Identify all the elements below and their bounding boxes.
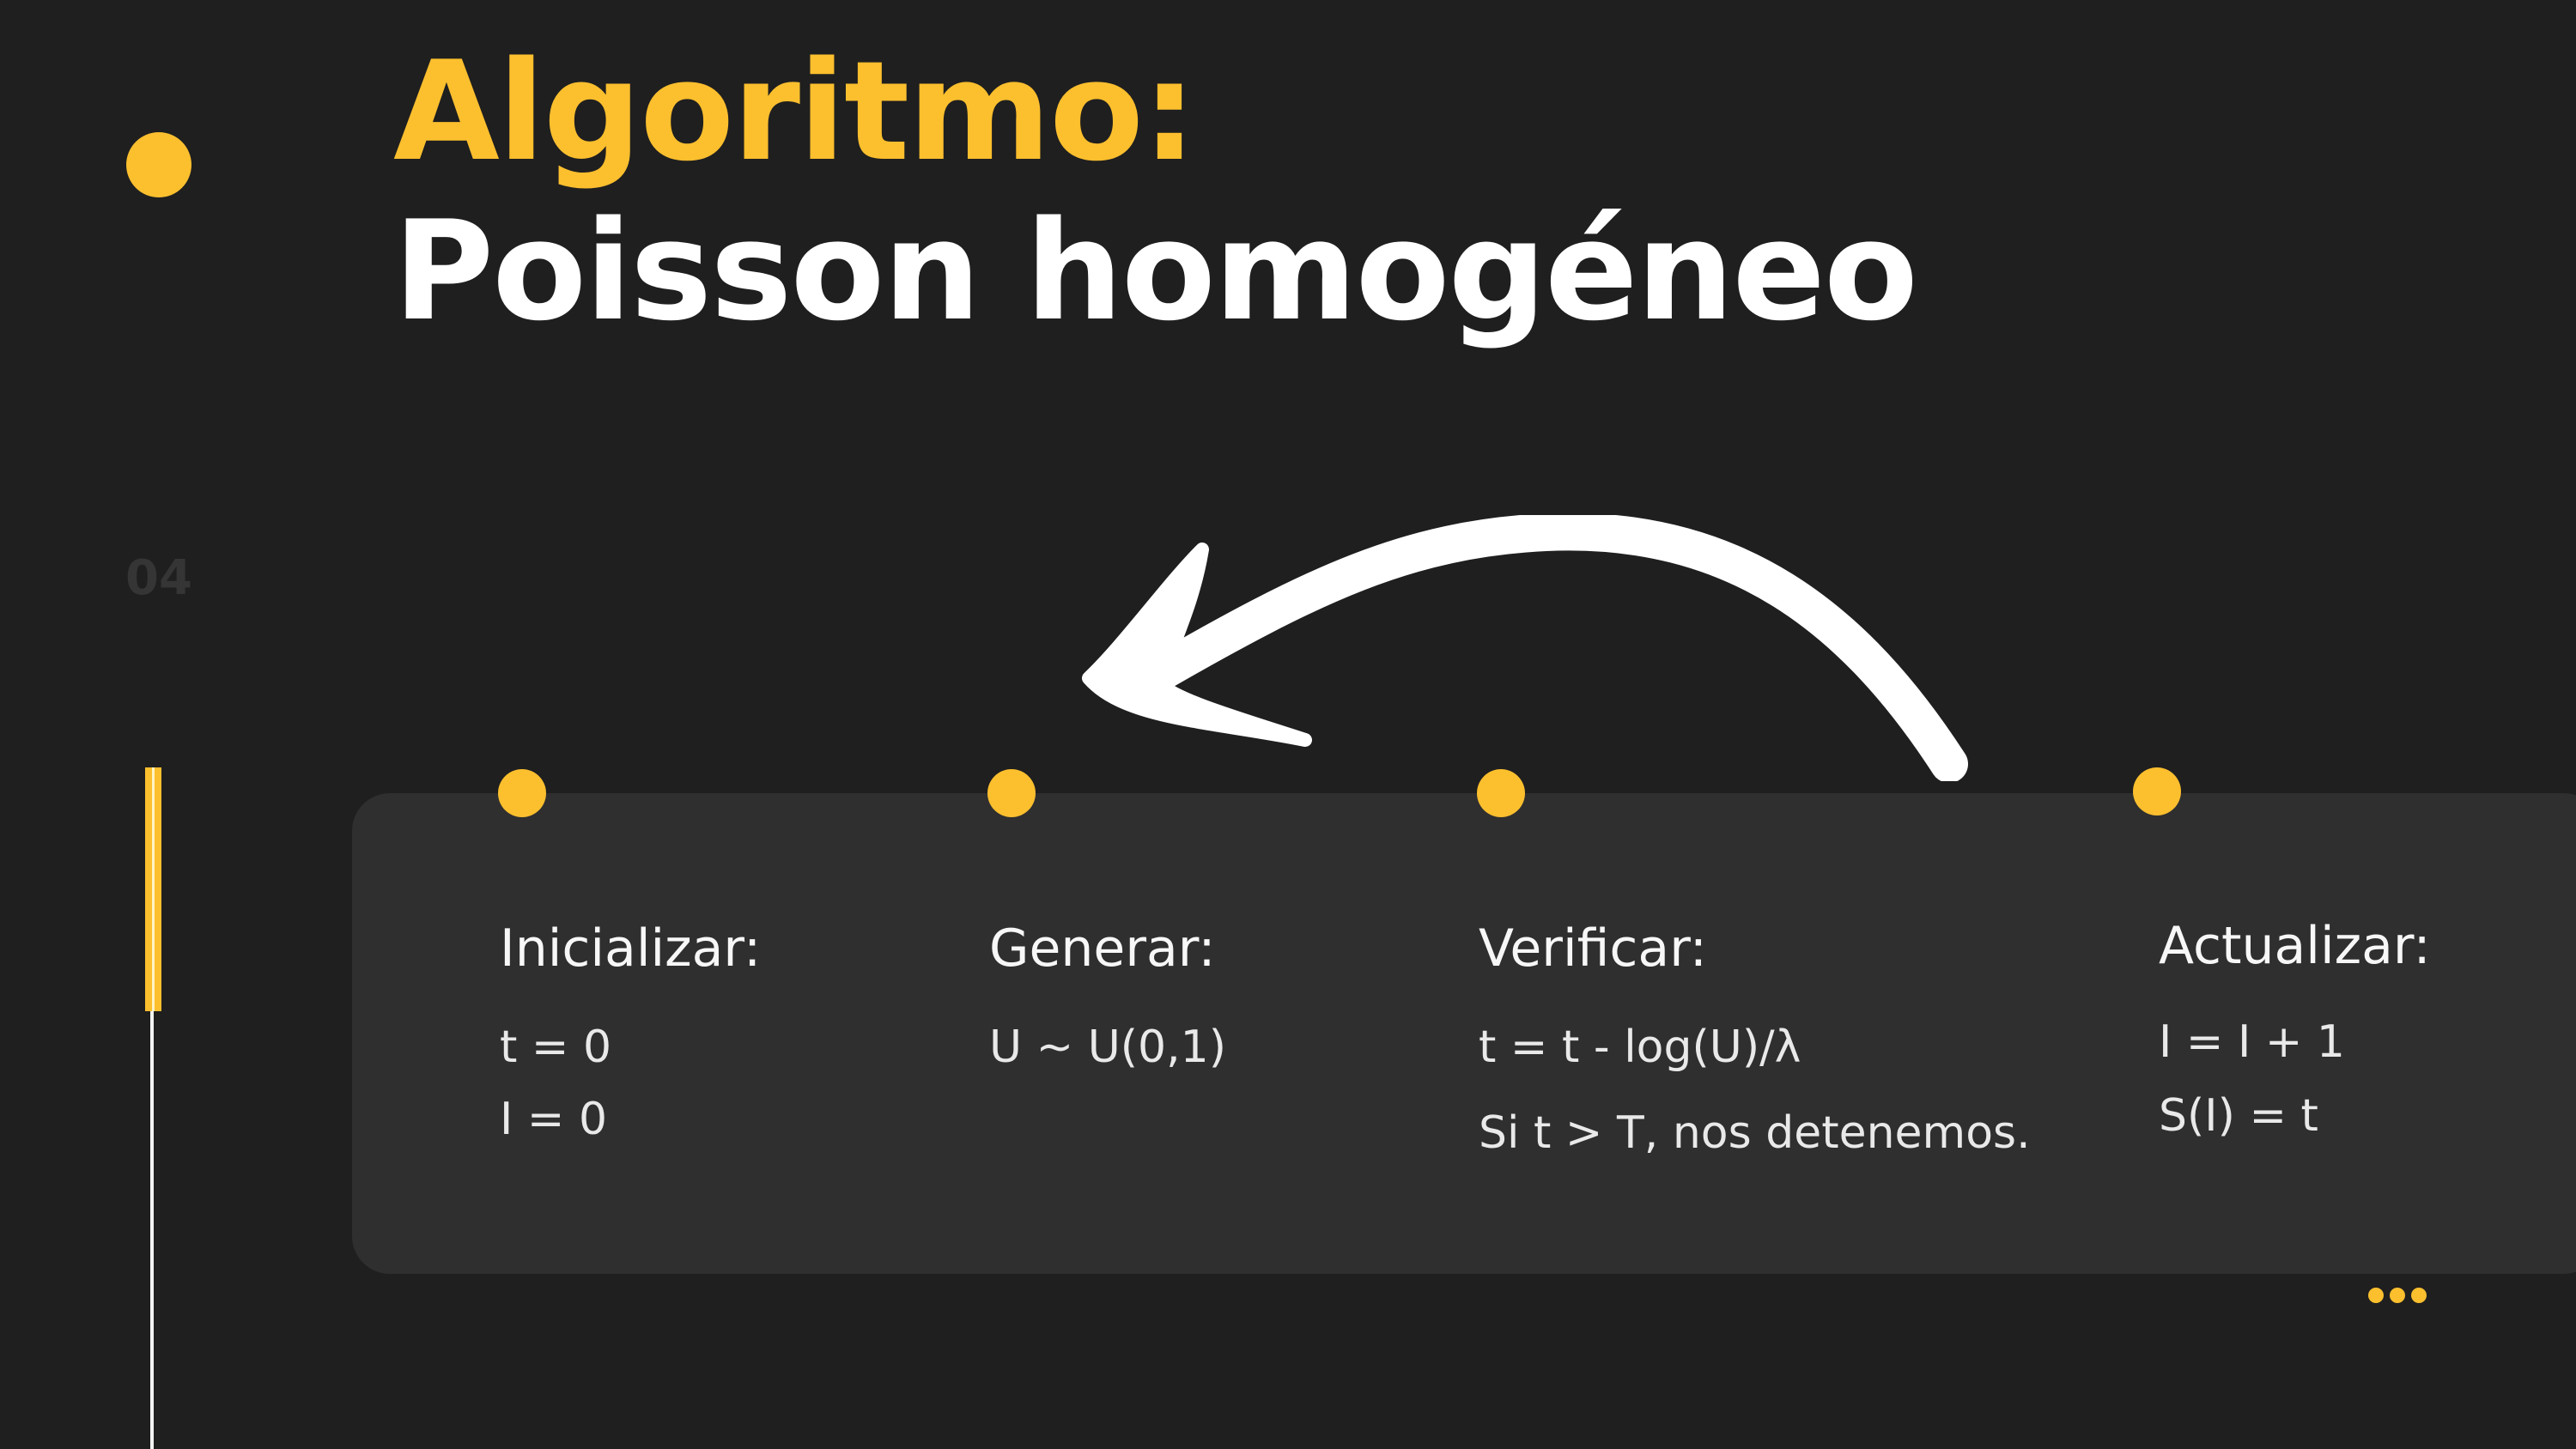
step-2-line-1: U ~ U(0,1) [989, 1022, 1227, 1073]
step-4-line-1: I = I + 1 [2159, 1016, 2346, 1068]
page-title: Poisson homogéneo [393, 191, 1918, 351]
title-accent: Algoritmo: [393, 31, 1197, 191]
step-2-title: Generar: [989, 919, 1216, 979]
step-1-title: Inicializar: [500, 919, 762, 979]
step-4-dot [2133, 767, 2181, 815]
step-1-line-1: t = 0 [500, 1022, 612, 1073]
step-1-line-2: I = 0 [500, 1094, 608, 1145]
step-3-title: Verificar: [1479, 919, 1708, 979]
timeline-track [150, 1009, 154, 1449]
curved-arrow-left-icon [1082, 515, 1968, 781]
step-1-dot [498, 769, 546, 817]
step-3-line-1: t = t - log(U)/λ [1479, 1022, 1801, 1073]
step-3-line-2: Si t > T, nos detenemos. [1479, 1107, 2031, 1159]
timeline-progress [145, 767, 161, 1011]
step-4-line-2: S(I) = t [2159, 1090, 2318, 1142]
step-3-dot [1477, 769, 1525, 817]
step-4-title: Actualizar: [2159, 916, 2431, 976]
ellipsis-icon [2368, 1288, 2433, 1307]
step-2-dot [987, 769, 1036, 817]
title-bullet-dot [126, 132, 191, 197]
slide-number: 04 [125, 550, 192, 606]
